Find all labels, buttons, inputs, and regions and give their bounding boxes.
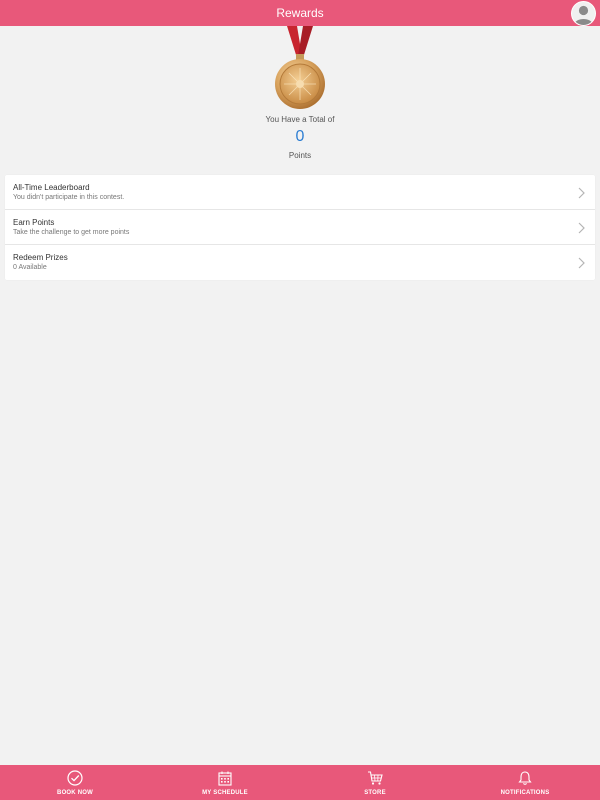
list-item-redeem-prizes[interactable]: Redeem Prizes 0 Available — [5, 245, 595, 280]
tab-label: STORE — [364, 790, 386, 796]
gold-medal-icon — [275, 26, 325, 109]
points-summary: You Have a Total of 0 Points — [0, 26, 600, 166]
chevron-right-icon — [578, 187, 585, 199]
tab-label: MY SCHEDULE — [202, 790, 248, 796]
chevron-right-icon — [578, 222, 585, 234]
bottom-nav: BOOK NOW MY SCHEDULE STORE NOTIFICATIONS — [0, 765, 600, 800]
list-item-leaderboard[interactable]: All-Time Leaderboard You didn't particip… — [5, 175, 595, 210]
list-item-subtitle: Take the challenge to get more points — [13, 229, 130, 236]
points-label: Points — [288, 151, 312, 160]
points-value: 0 — [295, 128, 305, 145]
list-item-title: Earn Points — [13, 218, 55, 227]
page-title: Rewards — [276, 6, 324, 20]
total-label: You Have a Total of — [265, 115, 335, 124]
list-item-title: Redeem Prizes — [13, 253, 68, 262]
calendar-icon — [218, 771, 232, 786]
top-header: Rewards — [0, 0, 600, 26]
checkmark-circle-icon — [67, 770, 83, 786]
user-avatar-icon[interactable] — [571, 1, 596, 26]
rewards-list: All-Time Leaderboard You didn't particip… — [5, 175, 595, 280]
chevron-right-icon — [578, 257, 585, 269]
list-item-title: All-Time Leaderboard — [13, 183, 90, 192]
tab-my-schedule[interactable]: MY SCHEDULE — [150, 765, 300, 800]
tab-label: BOOK NOW — [57, 790, 93, 796]
cart-icon — [368, 771, 383, 785]
bell-icon — [518, 771, 532, 785]
tab-notifications[interactable]: NOTIFICATIONS — [450, 765, 600, 800]
tab-book-now[interactable]: BOOK NOW — [0, 765, 150, 800]
rewards-screen: Rewards You Have a Total of 0 Points All… — [0, 0, 600, 800]
tab-store[interactable]: STORE — [300, 765, 450, 800]
list-item-subtitle: 0 Available — [13, 264, 47, 271]
list-item-earn-points[interactable]: Earn Points Take the challenge to get mo… — [5, 210, 595, 245]
list-item-subtitle: You didn't participate in this contest. — [13, 194, 125, 201]
tab-label: NOTIFICATIONS — [500, 790, 550, 796]
